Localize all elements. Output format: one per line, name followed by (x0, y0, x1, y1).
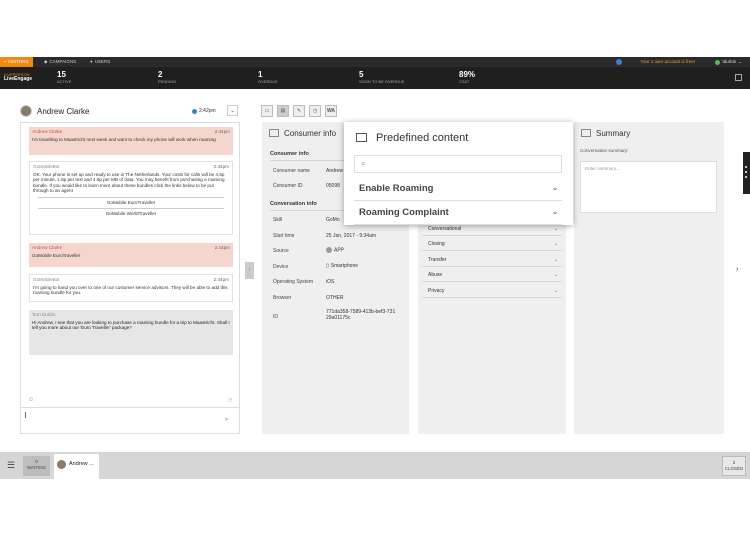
history-button[interactable]: ◷ (309, 105, 321, 117)
chevron-down-icon: ⌄ (552, 209, 558, 216)
avatar (20, 105, 32, 117)
edit-icon: ✎ (296, 108, 302, 114)
device-value: ▯ Smartphone (326, 263, 359, 269)
chevron-down-icon: ⌄ (552, 185, 558, 192)
conversation-tab[interactable]: Andrew ... (54, 454, 99, 479)
brand-logo: LIVEPERSON LiveEngage (4, 72, 33, 82)
bottom-bar: ☰ 0 WAITING Andrew ... 2 CLOSED (0, 452, 750, 479)
waiting-counter[interactable]: 0 WAITING (23, 456, 50, 476)
quick-reply-eurotraveller[interactable]: GoMobile EuroTraveller (38, 196, 224, 208)
tab-visitors[interactable]: ▪ VISITORS (0, 57, 33, 67)
search-icon: ⌕ (361, 159, 366, 168)
chat-icon: ▪ (4, 59, 6, 64)
message-consumer: Andrew Clarke 2:44pm I'm travelling to Ma… (29, 127, 233, 155)
history-icon: ◷ (312, 108, 318, 114)
category-privacy[interactable]: Privacy ⌄ (422, 284, 562, 298)
status-online-icon (715, 59, 721, 65)
stat-csat[interactable]: 89% CSAT (459, 70, 475, 84)
app-window: ▪ VISITORS ◆ CAMPAIGNS ● USERS Your 1 us… (0, 0, 750, 536)
globe-icon[interactable] (616, 59, 622, 65)
chevron-right-icon[interactable]: › (736, 266, 738, 273)
chevron-down-icon: ⌄ (553, 257, 558, 263)
smartphone-icon: ▯ (326, 263, 329, 269)
app-icon (326, 247, 332, 253)
message-input[interactable] (21, 407, 239, 434)
predefined-content-popup: Predefined content ⌕ Enable Roaming ⌄ Ro… (344, 122, 573, 225)
message-agent-draft[interactable]: Tom Durbin Hi Andrew, I see that you are… (29, 310, 233, 355)
edit-icon (581, 129, 591, 137)
user-icon: ● (90, 59, 93, 64)
closed-counter[interactable]: 2 CLOSED (722, 456, 746, 476)
category-abuse[interactable]: Abuse ⌄ (422, 268, 562, 282)
id-card-icon: ▭ (264, 108, 270, 114)
start-time-value: 25 Jan, 2017 - 9:34am (326, 233, 377, 239)
tab-campaigns[interactable]: ◆ CAMPAIGNS (40, 57, 80, 67)
predefined-item-enable-roaming[interactable]: Enable Roaming ⌄ (354, 177, 562, 201)
top-navigation-bar: ▪ VISITORS ◆ CAMPAIGNS ● USERS Your 1 us… (0, 57, 750, 67)
popup-title: Predefined content (376, 132, 469, 144)
text-cursor (25, 412, 26, 418)
chevron-down-icon: ⌄ (553, 241, 558, 247)
stat-overdue[interactable]: 1 OVERDUE (258, 70, 278, 84)
tag-icon: ◆ (44, 59, 48, 64)
message-bot: GoMobileBot 2:44pm OK. Your phone is set … (29, 161, 233, 235)
predefined-search-input[interactable]: ⌕ (354, 155, 562, 173)
username: tdurbin (722, 59, 737, 64)
conversation-id-value: 771da358-7589-413b-bef3-73129a01175c (326, 309, 396, 321)
consumer-name: Andrew Clarke (37, 107, 90, 116)
os-value: iOS (326, 279, 335, 285)
chevron-down-icon: ⌄ (553, 288, 558, 294)
predefined-item-roaming-complaint[interactable]: Roaming Complaint ⌄ (354, 201, 562, 225)
clock-icon[interactable]: ◷ (228, 397, 232, 403)
document-icon: ▤ (280, 108, 286, 114)
message-consumer: Andrew Clarke 2:44pm GoMobile EuroTravell… (29, 243, 233, 267)
wa-button[interactable]: WA (325, 105, 337, 117)
category-closing[interactable]: Closing ⌄ (422, 237, 562, 251)
panel-title: Consumer info (284, 129, 337, 138)
avatar (57, 460, 66, 469)
stats-bar: LIVEPERSON LiveEngage 15 ACTIVE 2 PENDIN… (0, 67, 750, 89)
message-bot: GoMobileBot 2:44pm I'm going to hand you … (29, 274, 233, 302)
id-card-icon (269, 129, 279, 137)
tab-users[interactable]: ● USERS (86, 57, 114, 67)
chevron-down-icon: ⌄ (738, 59, 742, 64)
panel-title: Summary (596, 129, 631, 138)
collapse-handle[interactable]: ‹ (245, 262, 254, 279)
clock-icon (192, 108, 197, 114)
conversation-menu-button[interactable]: ⌄ (227, 105, 238, 116)
user-menu[interactable]: tdurbin ⌄ (715, 57, 742, 67)
stat-soon-overdue[interactable]: 5 SOON TO BE OVERDUE (359, 70, 405, 84)
summary-input[interactable]: Enter summary... (580, 161, 717, 213)
conversation-time: 2:42pm (192, 108, 216, 114)
send-icon[interactable]: ➤ (224, 416, 229, 423)
stat-active[interactable]: 15 ACTIVE (57, 70, 71, 84)
chat-transcript: Andrew Clarke 2:44pm I'm travelling to Ma… (20, 122, 240, 434)
conversation-header: Andrew Clarke 2:42pm ⌄ (20, 103, 240, 121)
consumer-info-button[interactable]: ▭ (261, 105, 273, 117)
chevron-down-icon: ⌄ (553, 272, 558, 278)
quick-reply-worldtraveller[interactable]: GoMobile WorldTraveller (38, 207, 224, 219)
section-title: Consumer info (270, 151, 309, 157)
source-value: APP (326, 247, 406, 253)
document-icon (356, 133, 367, 142)
account-notice[interactable]: Your 1 user account is free! (640, 57, 695, 67)
menu-icon[interactable]: ☰ (7, 460, 15, 471)
section-title: Conversation info (270, 201, 317, 207)
emoji-icon[interactable]: ☺ (28, 397, 34, 403)
browser-value: OTHER (326, 295, 344, 301)
expand-icon[interactable] (735, 74, 742, 81)
summary-button[interactable]: ✎ (293, 105, 305, 117)
stat-pending[interactable]: 2 PENDING (158, 70, 176, 84)
summary-panel: Summary Conversation summary: Enter summ… (574, 122, 724, 434)
category-transfer[interactable]: Transfer ⌄ (422, 253, 562, 267)
predefined-content-button[interactable]: ▤ (277, 105, 289, 117)
side-menu-handle[interactable] (743, 152, 750, 194)
